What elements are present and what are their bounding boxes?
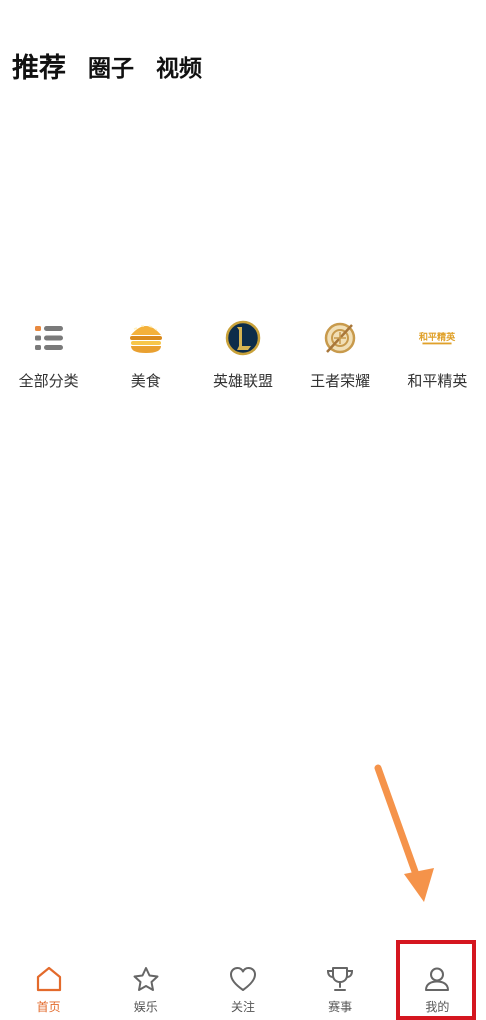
category-all[interactable]: 全部分类 (0, 318, 97, 391)
annotation-highlight-box (396, 940, 476, 1020)
nav-events[interactable]: 赛事 (292, 960, 389, 1020)
category-label: 英雄联盟 (212, 372, 273, 390)
nav-label: 首页 (36, 1000, 61, 1014)
category-label: 王者荣耀 (310, 372, 371, 390)
tab-circle[interactable]: 圈子 (88, 49, 134, 85)
annotation-arrow (374, 764, 434, 902)
nav-label: 关注 (230, 1000, 255, 1014)
top-tabs: 推荐 圈子 视频 (12, 46, 224, 85)
list-icon (29, 318, 69, 358)
nav-home[interactable]: 首页 (0, 960, 97, 1020)
star-icon (131, 964, 161, 994)
category-food[interactable]: 美食 (97, 318, 194, 391)
peace-elite-logo: 和平精英 (417, 318, 457, 358)
category-label: 和平精英 (407, 372, 468, 390)
honor-of-kings-icon (320, 318, 360, 358)
heart-icon (228, 964, 258, 994)
category-lol[interactable]: 英雄联盟 (194, 318, 291, 391)
category-label: 美食 (130, 372, 161, 390)
category-honor-of-kings[interactable]: 王者荣耀 (292, 318, 389, 391)
tab-recommend[interactable]: 推荐 (12, 46, 66, 85)
svg-text:和平精英: 和平精英 (418, 331, 456, 343)
nav-label: 赛事 (328, 1000, 353, 1014)
category-peace-elite[interactable]: 和平精英 和平精英 (389, 318, 486, 391)
nav-entertainment[interactable]: 娱乐 (97, 960, 194, 1020)
burger-icon (126, 318, 166, 358)
category-row: 全部分类 美食 英雄联盟 王者荣耀 和平精英 和平精英 (0, 318, 486, 391)
nav-label: 娱乐 (133, 1000, 158, 1014)
nav-follow[interactable]: 关注 (194, 960, 291, 1020)
tab-video[interactable]: 视频 (156, 49, 202, 85)
league-of-legends-icon (223, 318, 263, 358)
trophy-icon (325, 964, 355, 994)
home-icon (34, 964, 64, 994)
category-label: 全部分类 (18, 372, 79, 390)
